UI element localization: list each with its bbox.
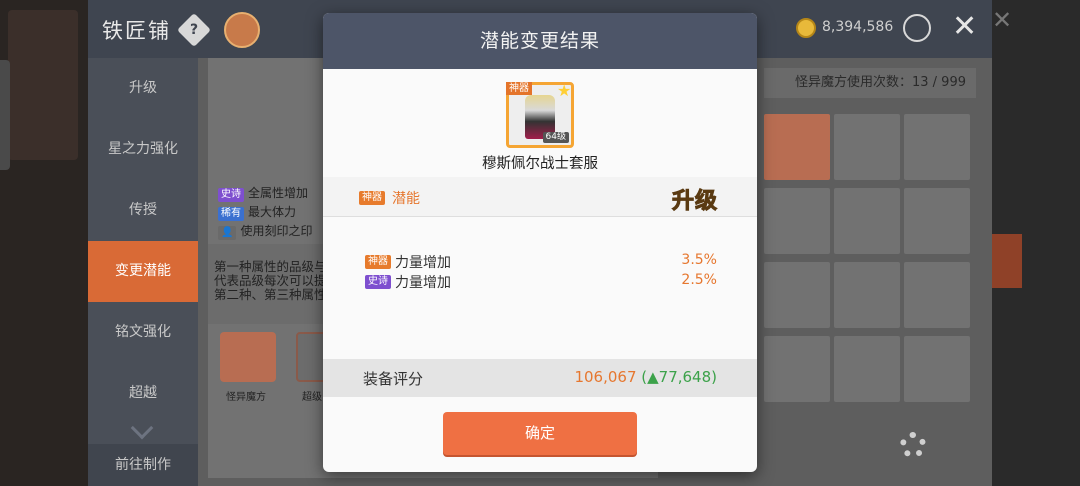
close-button[interactable]: ✕ (952, 10, 977, 44)
gear-icon[interactable] (900, 432, 926, 458)
sidebar-item-inscription[interactable]: 铭文强化 (88, 302, 198, 363)
stat-name: 力量增加 (395, 255, 451, 271)
score-label: 装备评分 (363, 370, 424, 388)
score-delta: (▲77,648) (641, 368, 717, 386)
potential-line: 稀有 最大体力 (218, 203, 296, 221)
help-icon[interactable]: ? (177, 13, 211, 47)
item-name: 穆斯佩尔战士套服 (482, 156, 598, 172)
sidebar-item-potential-change[interactable]: 变更潜能 (88, 241, 198, 302)
star-icon: ★ (557, 81, 572, 100)
inventory-slot[interactable] (904, 188, 970, 254)
sidebar-item-transcend[interactable]: 超越 (88, 363, 198, 424)
inventory-slot[interactable] (904, 336, 970, 402)
inventory-slot[interactable] (834, 336, 900, 402)
potential-grade-tag: 神器 (359, 191, 385, 205)
potential-label: 潜能 (392, 191, 420, 207)
sidebar-item-upgrade[interactable]: 升级 (88, 58, 198, 119)
meso-amount: 8,394,586 (822, 19, 894, 35)
blacksmith-sidebar: 升级 星之力强化 传授 变更潜能 铭文强化 超越 前往制作 (88, 58, 198, 486)
stat-grade-tag: 神器 (365, 255, 391, 269)
stat-value: 3.5% (681, 252, 717, 268)
left-game-area (0, 0, 88, 486)
confirm-button[interactable]: 确定 (443, 412, 637, 455)
sidebar-item-star-force[interactable]: 星之力强化 (88, 119, 198, 180)
dialog-header: 潜能变更结果 (323, 13, 757, 69)
blacksmith-title: 铁匠铺 (102, 19, 171, 43)
stat-row: 史诗 力量增加 2.5% (365, 272, 725, 292)
stat-row: 神器 力量增加 3.5% (365, 252, 725, 272)
npc-avatar-icon[interactable] (224, 12, 260, 48)
inventory-slot[interactable] (764, 336, 830, 402)
goto-craft-button[interactable]: 前往制作 (88, 444, 198, 486)
item-label: 超级 (302, 392, 322, 403)
stat-grade-tag: 史诗 (365, 275, 391, 289)
inventory-slot[interactable] (834, 188, 900, 254)
lock-icon: 👤 (218, 226, 237, 240)
potential-result-dialog: 潜能变更结果 神器 ★ 64级 穆斯佩尔战士套服 神器 潜能 升级 神器 力量增… (323, 13, 757, 472)
cube-usage-counter: 怪异魔方使用次数：13 / 999 (764, 68, 976, 98)
score-value: 106,067 (▲77,648) (574, 368, 717, 386)
strange-cube-item[interactable] (220, 332, 276, 382)
potential-line: 👤 使用刻印之印 (218, 222, 312, 240)
inventory-slot[interactable] (764, 188, 830, 254)
close-icon[interactable]: ✕ (992, 6, 1012, 34)
item-label: 怪异魔方 (226, 392, 266, 403)
description-text: 第一种属性的品级与 代表品级每次可以提 第二种、第三种属性 (214, 259, 327, 302)
side-handle[interactable] (0, 60, 10, 170)
inventory-slot[interactable] (904, 114, 970, 180)
cube-shop-icon[interactable] (903, 14, 931, 42)
right-game-area: ✕ (992, 0, 1080, 486)
inventory-slot[interactable] (904, 262, 970, 328)
inventory-slot[interactable] (834, 262, 900, 328)
potential-line: 史诗 全属性增加 (218, 184, 308, 202)
side-banner (992, 234, 1022, 288)
sidebar-item-transfer[interactable]: 传授 (88, 180, 198, 241)
inventory-slot[interactable] (764, 262, 830, 328)
item-level: 64级 (542, 132, 569, 143)
stat-name: 力量增加 (395, 275, 451, 291)
dialog-title: 潜能变更结果 (479, 30, 600, 52)
inventory-slot[interactable] (764, 114, 830, 180)
item-grade-badge: 神器 (506, 82, 532, 95)
upgrade-indicator: 升级 (671, 189, 719, 215)
stat-value: 2.5% (681, 272, 717, 288)
inventory-slot[interactable] (834, 114, 900, 180)
meso-coin-icon (796, 18, 816, 38)
equipment-icon[interactable]: 神器 ★ 64级 (506, 81, 574, 148)
character-art (8, 10, 78, 160)
